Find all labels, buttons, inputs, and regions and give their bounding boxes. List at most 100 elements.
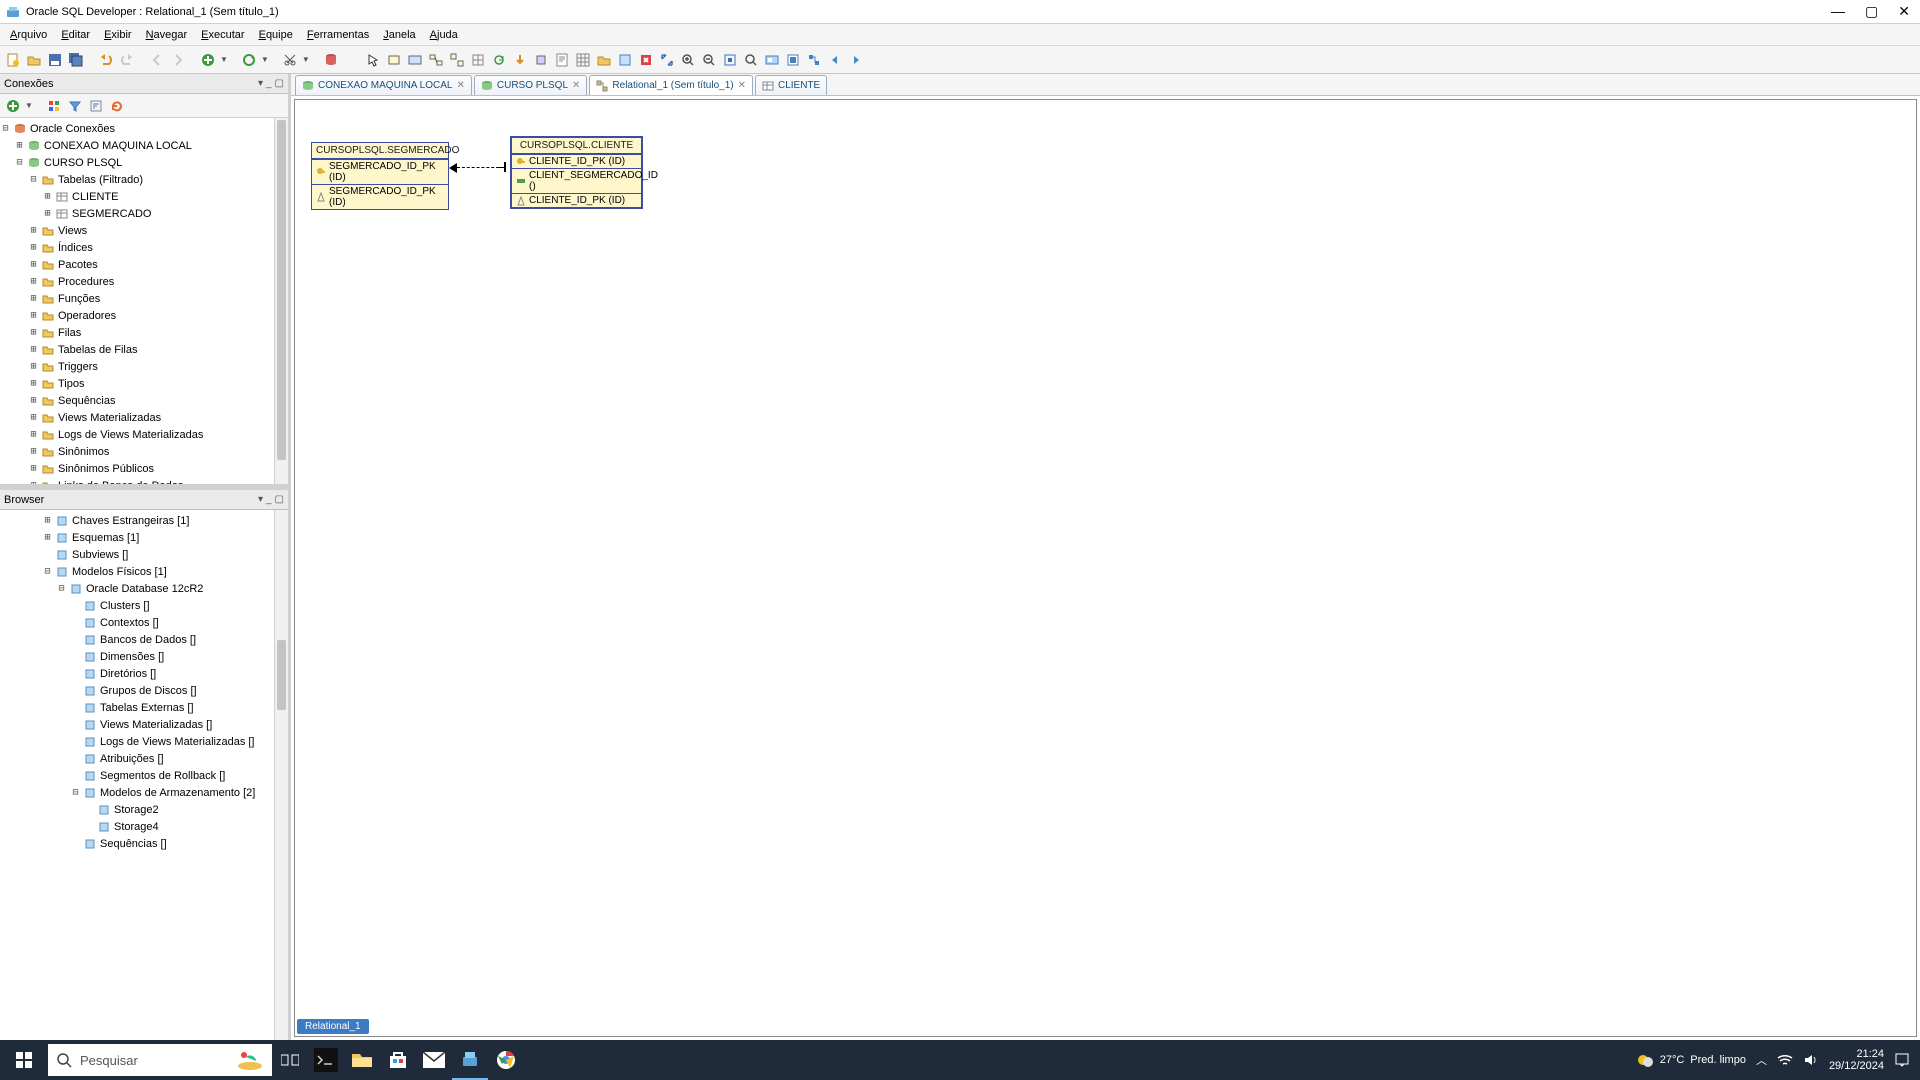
tree-node[interactable]: Atribuições [] xyxy=(0,750,288,767)
tree-toggle-icon[interactable] xyxy=(28,361,39,372)
import-tool[interactable] xyxy=(532,51,550,69)
sort-button[interactable] xyxy=(87,97,105,115)
tree-node[interactable]: CURSO PLSQL xyxy=(0,154,288,171)
panel-dropdown-icon[interactable]: ▾ xyxy=(258,78,263,89)
wifi-icon[interactable] xyxy=(1777,1053,1793,1067)
tree-toggle-icon[interactable] xyxy=(70,787,81,798)
menu-ferramentas[interactable]: Ferramentas xyxy=(301,27,375,43)
minimize-button[interactable]: — xyxy=(1831,3,1845,20)
connection-filter-button[interactable] xyxy=(45,97,63,115)
tree-node[interactable]: Logs de Views Materializadas xyxy=(0,426,288,443)
zoom-out-all-button[interactable] xyxy=(658,51,676,69)
panel-maximize-icon[interactable]: ▢ xyxy=(275,494,284,505)
fit-screen-button[interactable] xyxy=(721,51,739,69)
tree-toggle-icon[interactable] xyxy=(28,344,39,355)
tree-node[interactable]: Clusters [] xyxy=(0,597,288,614)
tree-node[interactable]: Diretórios [] xyxy=(0,665,288,682)
tab-curso-plsql[interactable]: CURSO PLSQL✕ xyxy=(474,75,588,95)
tree-node[interactable]: CLIENTE xyxy=(0,188,288,205)
panel-maximize-icon[interactable]: ▢ xyxy=(275,78,284,89)
zoom-out-button[interactable] xyxy=(700,51,718,69)
relation-tool[interactable] xyxy=(427,51,445,69)
sqldeveloper-app-icon[interactable] xyxy=(452,1040,488,1080)
tree-toggle-icon[interactable] xyxy=(28,327,39,338)
tree-node[interactable]: Tabelas Externas [] xyxy=(0,699,288,716)
tree-toggle-icon[interactable] xyxy=(28,293,39,304)
taskbar-search[interactable]: Pesquisar xyxy=(48,1044,272,1076)
grid-tool[interactable] xyxy=(574,51,592,69)
tree-toggle-icon[interactable] xyxy=(14,157,25,168)
menu-arquivo[interactable]: Arquivo xyxy=(4,27,53,43)
panel-minimize-icon[interactable]: _ xyxy=(266,494,272,505)
tree-node[interactable]: Modelos de Armazenamento [2] xyxy=(0,784,288,801)
store-app-icon[interactable] xyxy=(380,1040,416,1080)
tab-close-icon[interactable]: ✕ xyxy=(572,80,580,91)
tree-toggle-icon[interactable] xyxy=(42,532,53,543)
tree-node[interactable]: Operadores xyxy=(0,307,288,324)
tree-toggle-icon[interactable] xyxy=(14,140,25,151)
tree-node[interactable]: Tipos xyxy=(0,375,288,392)
tree-toggle-icon[interactable] xyxy=(0,123,11,134)
filter-button[interactable] xyxy=(66,97,84,115)
diagram-canvas[interactable]: CURSOPLSQL.SEGMERCADO SEGMERCADO_ID_PK (… xyxy=(291,96,1920,1040)
tree-node[interactable]: Índices xyxy=(0,239,288,256)
folder-tool[interactable] xyxy=(595,51,613,69)
tree-node[interactable]: Filas xyxy=(0,324,288,341)
tree-node[interactable]: Storage4 xyxy=(0,818,288,835)
note-tool[interactable] xyxy=(616,51,634,69)
diagram-page-tab[interactable]: Relational_1 xyxy=(297,1019,369,1034)
tree-node[interactable]: Sinônimos xyxy=(0,443,288,460)
tree-node[interactable]: Subviews [] xyxy=(0,546,288,563)
scissors-button[interactable] xyxy=(281,51,299,69)
tree-toggle-icon[interactable] xyxy=(28,412,39,423)
tree-node[interactable]: Sequências xyxy=(0,392,288,409)
tree-node[interactable]: Chaves Estrangeiras [1] xyxy=(0,512,288,529)
tree-toggle-icon[interactable] xyxy=(28,225,39,236)
pointer-tool[interactable] xyxy=(364,51,382,69)
refresh-connections-button[interactable] xyxy=(108,97,126,115)
next-page-button[interactable] xyxy=(847,51,865,69)
tab-cliente[interactable]: CLIENTE xyxy=(755,75,827,95)
panel-dropdown-icon[interactable]: ▾ xyxy=(258,494,263,505)
tree-node[interactable]: Views xyxy=(0,222,288,239)
close-button[interactable]: ✕ xyxy=(1898,3,1910,20)
tab-conexao-maquina-local[interactable]: CONEXAO MAQUINA LOCAL✕ xyxy=(295,75,472,95)
tree-node[interactable]: Procedures xyxy=(0,273,288,290)
tree-toggle-icon[interactable] xyxy=(28,259,39,270)
tree-node[interactable]: Contextos [] xyxy=(0,614,288,631)
tree-node[interactable]: Pacotes xyxy=(0,256,288,273)
connections-tree[interactable]: Oracle ConexõesCONEXAO MAQUINA LOCALCURS… xyxy=(0,118,288,490)
start-button[interactable] xyxy=(0,1040,48,1080)
add-button[interactable] xyxy=(199,51,217,69)
tree-node[interactable]: Tabelas de Filas xyxy=(0,341,288,358)
tree-node[interactable]: Triggers xyxy=(0,358,288,375)
tree-node[interactable]: Esquemas [1] xyxy=(0,529,288,546)
menu-janela[interactable]: Janela xyxy=(377,27,421,43)
save-button[interactable] xyxy=(46,51,64,69)
menu-ajuda[interactable]: Ajuda xyxy=(424,27,464,43)
weather-widget[interactable]: 27°C Pred. limpo xyxy=(1636,1051,1746,1069)
tree-toggle-icon[interactable] xyxy=(28,463,39,474)
tree-node[interactable]: Sequências [] xyxy=(0,835,288,852)
tree-toggle-icon[interactable] xyxy=(28,378,39,389)
tree-node[interactable]: Views Materializadas xyxy=(0,409,288,426)
tree-node[interactable]: Modelos Físicos [1] xyxy=(0,563,288,580)
entity-cliente[interactable]: CURSOPLSQL.CLIENTE CLIENTE_ID_PK (ID)CLI… xyxy=(510,136,643,209)
tree-toggle-icon[interactable] xyxy=(28,395,39,406)
tree-toggle-icon[interactable] xyxy=(28,480,39,490)
split-tool[interactable] xyxy=(448,51,466,69)
tree-toggle-icon[interactable] xyxy=(56,583,67,594)
explorer-app-icon[interactable] xyxy=(344,1040,380,1080)
tree-toggle-icon[interactable] xyxy=(28,242,39,253)
tab-close-icon[interactable]: ✕ xyxy=(738,80,746,91)
tree-node[interactable]: Oracle Conexões xyxy=(0,120,288,137)
menu-executar[interactable]: Executar xyxy=(195,27,250,43)
forward-button[interactable] xyxy=(169,51,187,69)
tree-node[interactable]: Logs de Views Materializadas [] xyxy=(0,733,288,750)
layout-button[interactable] xyxy=(784,51,802,69)
save-all-button[interactable] xyxy=(67,51,85,69)
tree-toggle-icon[interactable] xyxy=(28,276,39,287)
new-connection-button[interactable] xyxy=(4,97,22,115)
tree-node[interactable]: Segmentos de Rollback [] xyxy=(0,767,288,784)
tree-node[interactable]: Bancos de Dados [] xyxy=(0,631,288,648)
